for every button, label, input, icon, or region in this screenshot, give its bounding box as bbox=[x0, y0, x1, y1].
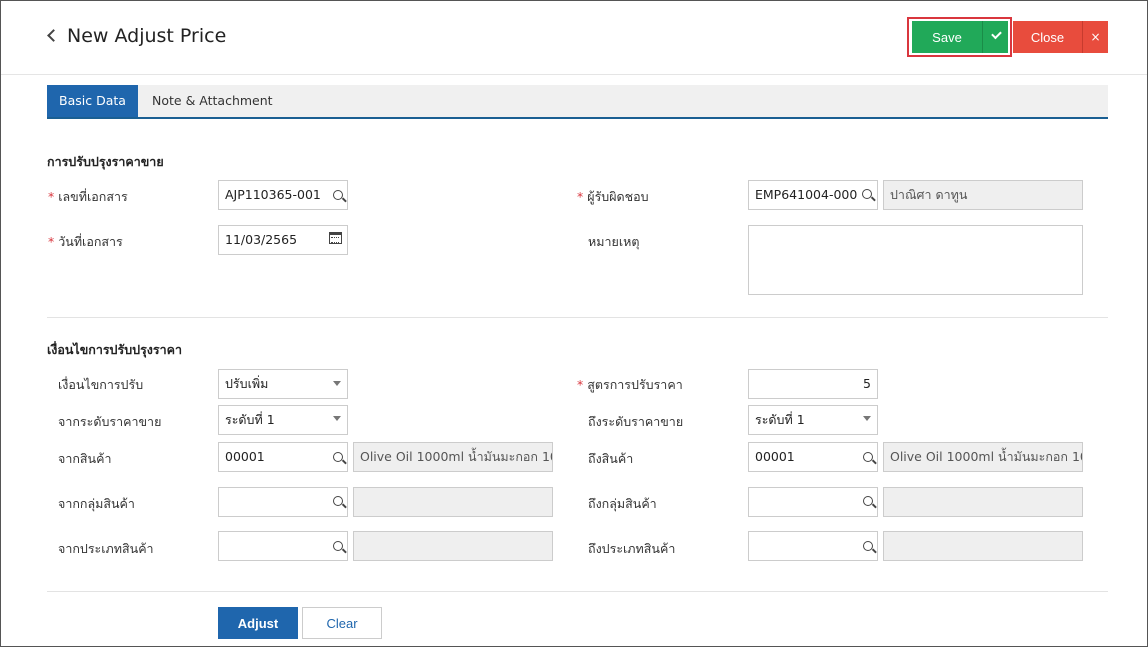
page-title: New Adjust Price bbox=[67, 25, 227, 47]
to-group-search-icon[interactable] bbox=[863, 496, 873, 506]
to-group-input[interactable] bbox=[748, 487, 878, 517]
from-type-label: จากประเภทสินค้า bbox=[58, 541, 154, 556]
to-product-name-field: Olive Oil 1000ml น้ำมันมะกอก 100 bbox=[883, 442, 1083, 472]
doc-no-label: * เลขที่เอกสาร bbox=[48, 189, 128, 204]
formula-input[interactable]: 5 bbox=[748, 369, 878, 399]
section-divider bbox=[47, 317, 1108, 318]
from-product-name-field: Olive Oil 1000ml น้ำมันมะกอก 100 bbox=[353, 442, 553, 472]
actions-divider bbox=[47, 591, 1108, 592]
responsible-search-icon[interactable] bbox=[862, 189, 872, 199]
section-title-adjust-sale-price: การปรับปรุงราคาขาย bbox=[47, 154, 164, 169]
from-level-label: จากระดับราคาขาย bbox=[58, 414, 162, 429]
from-group-label: จากกลุ่มสินค้า bbox=[58, 496, 135, 511]
doc-no-input[interactable]: AJP110365-001 bbox=[218, 180, 348, 210]
from-type-name-field bbox=[353, 531, 553, 561]
from-type-input[interactable] bbox=[218, 531, 348, 561]
responsible-label: * ผู้รับผิดชอบ bbox=[577, 189, 649, 204]
from-product-search-icon[interactable] bbox=[333, 452, 343, 462]
close-x-icon[interactable]: × bbox=[1082, 21, 1108, 53]
from-product-code-input[interactable]: 00001 bbox=[218, 442, 348, 472]
to-type-name-field bbox=[883, 531, 1083, 561]
tab-bar: Basic Data Note & Attachment bbox=[47, 85, 1108, 119]
from-product-label: จากสินค้า bbox=[58, 451, 112, 466]
remark-textarea[interactable] bbox=[748, 225, 1083, 295]
clear-button[interactable]: Clear bbox=[302, 607, 382, 639]
doc-no-search-icon[interactable] bbox=[333, 190, 343, 200]
tab-basic-data[interactable]: Basic Data bbox=[47, 85, 138, 117]
to-level-chevron-down-icon[interactable] bbox=[863, 416, 871, 421]
responsible-name-field: ปาณิศา ดาทูน bbox=[883, 180, 1083, 210]
to-product-label: ถึงสินค้า bbox=[588, 451, 634, 466]
calendar-icon[interactable] bbox=[329, 232, 342, 244]
from-group-name-field bbox=[353, 487, 553, 517]
section-title-adjust-condition: เงื่อนไขการปรับปรุงราคา bbox=[47, 342, 183, 357]
back-chevron-icon[interactable] bbox=[45, 27, 61, 45]
responsible-code-input[interactable]: EMP641004-000 bbox=[748, 180, 878, 210]
save-check-icon[interactable] bbox=[982, 21, 1008, 53]
to-type-search-icon[interactable] bbox=[863, 541, 873, 551]
adjust-button[interactable]: Adjust bbox=[218, 607, 298, 639]
close-button[interactable]: Close bbox=[1013, 21, 1082, 53]
to-level-label: ถึงระดับราคาขาย bbox=[588, 414, 684, 429]
doc-date-label: * วันที่เอกสาร bbox=[48, 234, 123, 249]
to-group-name-field bbox=[883, 487, 1083, 517]
condition-label: เงื่อนไขการปรับ bbox=[58, 377, 144, 392]
condition-select[interactable]: ปรับเพิ่ม bbox=[218, 369, 348, 399]
to-product-code-input[interactable]: 00001 bbox=[748, 442, 878, 472]
to-product-search-icon[interactable] bbox=[863, 452, 873, 462]
to-type-input[interactable] bbox=[748, 531, 878, 561]
from-group-search-icon[interactable] bbox=[333, 496, 343, 506]
from-level-select[interactable]: ระดับที่ 1 bbox=[218, 405, 348, 435]
tab-note-attachment[interactable]: Note & Attachment bbox=[138, 85, 287, 117]
condition-chevron-down-icon[interactable] bbox=[333, 381, 341, 386]
from-type-search-icon[interactable] bbox=[333, 541, 343, 551]
from-level-chevron-down-icon[interactable] bbox=[333, 416, 341, 421]
formula-label: * สูตรการปรับราคา bbox=[577, 377, 683, 392]
to-type-label: ถึงประเภทสินค้า bbox=[588, 541, 676, 556]
from-group-input[interactable] bbox=[218, 487, 348, 517]
to-level-select[interactable]: ระดับที่ 1 bbox=[748, 405, 878, 435]
save-button[interactable]: Save bbox=[912, 21, 982, 53]
remark-label: หมายเหตุ bbox=[588, 234, 640, 249]
to-group-label: ถึงกลุ่มสินค้า bbox=[588, 496, 657, 511]
